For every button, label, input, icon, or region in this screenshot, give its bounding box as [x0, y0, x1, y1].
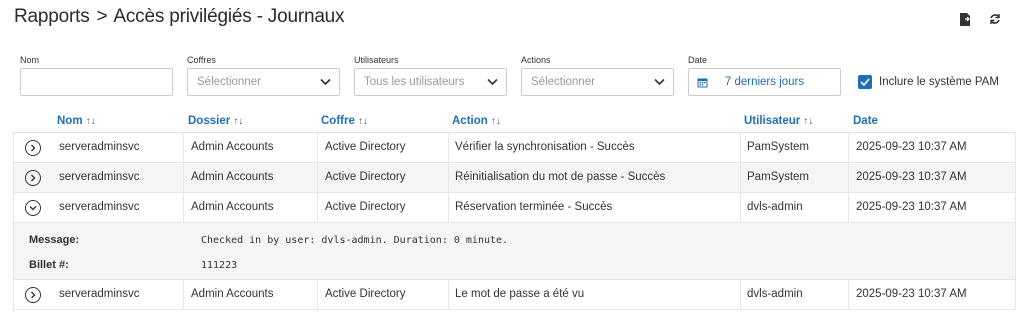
sort-icon: ↑↓ — [85, 115, 96, 127]
column-header-action[interactable]: Action ↑↓ — [452, 115, 501, 127]
detail-message-value: Checked in by user: dvls-admin. Duration… — [201, 235, 509, 246]
cell-date: 2025-09-23 10:37 AM — [856, 171, 967, 183]
cell-date: 2025-09-23 10:37 AM — [856, 141, 967, 153]
sort-icon: ↑↓ — [803, 115, 814, 127]
filter-bar: Nom Coffres Sélectionner Utilisateurs To… — [20, 53, 1004, 103]
detail-ticket-label: Billet #: — [29, 259, 69, 271]
column-header-date-label: Date — [853, 115, 878, 127]
detail-ticket-value: 111223 — [201, 260, 238, 271]
calendar-icon — [697, 78, 708, 88]
column-header-user-label: Utilisateur — [744, 115, 801, 127]
table-row[interactable]: serveradminsvc Admin Accounts Active Dir… — [13, 133, 1016, 163]
actions-filter-placeholder: Sélectionner — [531, 76, 595, 88]
cell-user: PamSystem — [747, 171, 809, 183]
expand-row-icon[interactable] — [25, 287, 41, 303]
column-header-folder-label: Dossier — [188, 115, 231, 127]
cell-vault: Active Directory — [325, 141, 406, 153]
breadcrumb-root[interactable]: Rapports — [14, 6, 90, 27]
cell-name: serveradminsvc — [59, 141, 140, 153]
vaults-filter-select[interactable]: Sélectionner — [187, 68, 340, 96]
logs-table: Nom ↑↓ Dossier ↑↓ Coffre ↑↓ Action ↑↓ Utilis… — [13, 110, 1016, 310]
cell-action: Le mot de passe a été vu — [455, 288, 585, 300]
expand-row-icon[interactable] — [25, 170, 41, 186]
cell-name: serveradminsvc — [59, 201, 140, 213]
cell-folder: Admin Accounts — [191, 201, 274, 213]
sort-icon: ↑↓ — [357, 115, 368, 127]
chevron-down-icon — [320, 78, 331, 86]
table-row[interactable]: serveradminsvc Admin Accounts Active Dir… — [13, 193, 1016, 223]
column-header-user[interactable]: Utilisateur ↑↓ — [744, 115, 813, 127]
date-range-picker[interactable]: 7 derniers jours — [688, 68, 841, 96]
cell-vault: Active Directory — [325, 171, 406, 183]
cell-folder: Admin Accounts — [191, 288, 274, 300]
vaults-filter-label: Coffres — [187, 55, 216, 65]
page-title: Accès privilégiés - Journaux — [113, 6, 345, 27]
chevron-down-icon — [487, 78, 498, 86]
column-header-vault-label: Coffre — [321, 115, 355, 127]
cell-vault: Active Directory — [325, 288, 406, 300]
actions-filter-select[interactable]: Sélectionner — [521, 68, 674, 96]
expand-row-icon[interactable] — [25, 140, 41, 156]
cell-action: Vérifier la synchronisation - Succès — [455, 141, 635, 153]
breadcrumb: Rapports > Accès privilégiés - Journaux — [14, 6, 345, 28]
table-header: Nom ↑↓ Dossier ↑↓ Coffre ↑↓ Action ↑↓ Utilis… — [13, 110, 1016, 133]
name-filter-input[interactable] — [20, 68, 173, 96]
users-filter-label: Utilisateurs — [354, 55, 399, 65]
sort-icon: ↑↓ — [490, 115, 501, 127]
refresh-icon[interactable] — [988, 12, 1002, 26]
cell-name: serveradminsvc — [59, 171, 140, 183]
cell-user: dvls-admin — [747, 288, 803, 300]
date-filter-label: Date — [688, 55, 708, 65]
detail-message-label: Message: — [29, 234, 80, 246]
checkbox-checked-icon[interactable] — [858, 75, 872, 89]
users-filter-select[interactable]: Tous les utilisateurs — [354, 68, 507, 96]
cell-name: serveradminsvc — [59, 288, 140, 300]
column-header-date[interactable]: Date — [853, 115, 878, 127]
users-filter-placeholder: Tous les utilisateurs — [364, 76, 465, 88]
cell-user: dvls-admin — [747, 201, 803, 213]
column-header-vault[interactable]: Coffre ↑↓ — [321, 115, 368, 127]
vaults-filter-placeholder: Sélectionner — [197, 76, 261, 88]
date-range-value: 7 derniers jours — [724, 76, 805, 88]
column-header-name-label: Nom — [57, 115, 83, 127]
column-header-action-label: Action — [452, 115, 488, 127]
cell-date: 2025-09-23 10:37 AM — [856, 288, 967, 300]
include-pam-toggle[interactable]: Inclure le système PAM — [858, 75, 999, 89]
sort-icon: ↑↓ — [233, 115, 244, 127]
cell-folder: Admin Accounts — [191, 171, 274, 183]
collapse-row-icon[interactable] — [25, 200, 41, 216]
column-header-folder[interactable]: Dossier ↑↓ — [188, 115, 243, 127]
cell-vault: Active Directory — [325, 201, 406, 213]
table-row[interactable]: serveradminsvc Admin Accounts Active Dir… — [13, 163, 1016, 193]
breadcrumb-separator: > — [96, 6, 108, 27]
export-icon[interactable] — [958, 12, 972, 26]
cell-date: 2025-09-23 10:37 AM — [856, 201, 967, 213]
cell-folder: Admin Accounts — [191, 141, 274, 153]
cell-action: Réservation terminée - Succès — [455, 201, 613, 213]
row-detail-panel: Message: Checked in by user: dvls-admin.… — [13, 223, 1016, 280]
name-filter-label: Nom — [20, 55, 40, 65]
cell-user: PamSystem — [747, 141, 809, 153]
chevron-down-icon — [654, 78, 665, 86]
include-pam-label: Inclure le système PAM — [879, 76, 999, 88]
actions-filter-label: Actions — [521, 55, 551, 65]
table-row[interactable]: serveradminsvc Admin Accounts Active Dir… — [13, 280, 1016, 310]
column-header-name[interactable]: Nom ↑↓ — [57, 115, 96, 127]
cell-action: Réinitialisation du mot de passe - Succè… — [455, 171, 666, 183]
